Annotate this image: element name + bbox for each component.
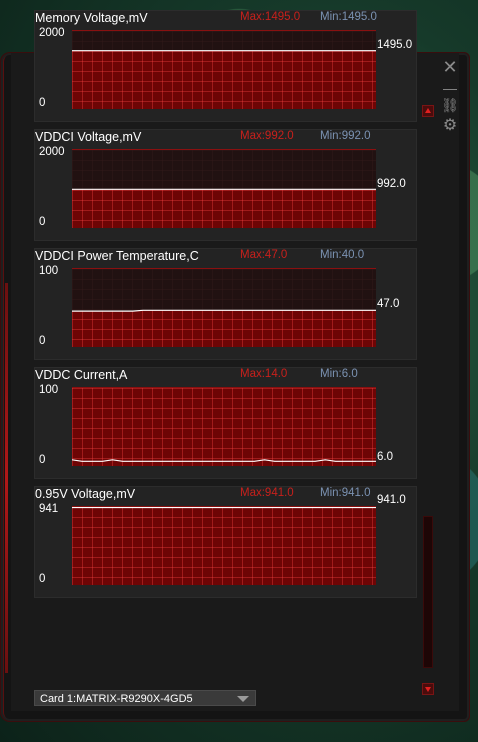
graph-max: Max:1495.0 [240, 11, 301, 23]
axis-min-label: 0 [39, 216, 46, 228]
current-value: 992.0 [377, 178, 406, 190]
axis-min-label: 0 [39, 335, 46, 347]
minimize-icon[interactable]: — [440, 79, 460, 97]
graph-svg [72, 507, 376, 509]
chevron-down-icon [237, 696, 249, 702]
axis-min-label: 0 [39, 573, 46, 585]
axis-min-label: 0 [39, 454, 46, 466]
graph-plot [72, 149, 376, 228]
axis-max-label: 2000 [39, 146, 65, 158]
graph-min: Min:6.0 [320, 368, 358, 380]
graph-min: Min:941.0 [320, 487, 371, 499]
axis-min-label: 0 [39, 97, 46, 109]
gear-icon[interactable]: ⚙ [440, 117, 460, 135]
card-select-dropdown[interactable]: Card 1:MATRIX-R9290X-4GD5 [34, 690, 256, 706]
close-icon[interactable]: ✕ [440, 58, 460, 76]
graph-min: Min:40.0 [320, 249, 365, 261]
card-select-label: Card 1:MATRIX-R9290X-4GD5 [40, 693, 193, 705]
graph-max: Max:992.0 [240, 130, 294, 142]
graph-panel-095v-voltage: 0.95V Voltage,mV Max:941.0 Min:941.0 941… [34, 486, 417, 598]
graph-plot [72, 387, 376, 466]
graph-plot [72, 506, 376, 585]
graph-empty-area [72, 31, 376, 51]
graph-title: 0.95V Voltage,mV [35, 487, 136, 501]
graph-panel-vddc-current: VDDC Current,A Max:14.0 Min:6.0 100 0 6.… [34, 367, 417, 479]
axis-max-label: 941 [39, 503, 59, 515]
graph-line [72, 459, 376, 462]
graph-empty-area [72, 269, 376, 312]
graph-max: Max:14.0 [240, 368, 288, 380]
graph-title: VDDCI Voltage,mV [35, 130, 142, 144]
graph-panel-memory-voltage: Memory Voltage,mV Max:1495.0 Min:1495.0 … [34, 10, 417, 122]
axis-max-label: 100 [39, 265, 59, 277]
current-value: 47.0 [377, 298, 400, 310]
graph-plot [72, 30, 376, 109]
scroll-down-button[interactable] [422, 683, 434, 695]
graph-max: Max:47.0 [240, 249, 288, 261]
current-value: 1495.0 [377, 39, 413, 51]
axis-max-label: 2000 [39, 27, 65, 39]
graph-svg [72, 459, 376, 462]
graph-title: VDDCI Power Temperature,C [35, 249, 199, 263]
current-value: 6.0 [377, 451, 393, 463]
current-value: 941.0 [377, 494, 406, 506]
graph-panel-vddci-power-temperature: VDDCI Power Temperature,C Max:47.0 Min:4… [34, 248, 417, 360]
link-icon[interactable]: ⛓ [440, 96, 460, 114]
graph-title: Memory Voltage,mV [35, 11, 148, 25]
graph-svg [72, 31, 376, 52]
graph-min: Min:1495.0 [320, 11, 377, 23]
graph-svg [72, 150, 376, 190]
graph-max: Max:941.0 [240, 487, 294, 499]
graph-title: VDDC Current,A [35, 368, 128, 382]
graph-empty-area [72, 150, 376, 190]
scroll-up-button[interactable] [422, 105, 434, 117]
graph-min: Min:992.0 [320, 130, 371, 142]
scrollbar-track[interactable] [423, 516, 433, 668]
side-accent [5, 283, 8, 673]
axis-max-label: 100 [39, 384, 59, 396]
graph-panel-vddci-voltage: VDDCI Voltage,mV Max:992.0 Min:992.0 200… [34, 129, 417, 241]
graph-svg [72, 269, 376, 312]
graph-plot [72, 268, 376, 347]
